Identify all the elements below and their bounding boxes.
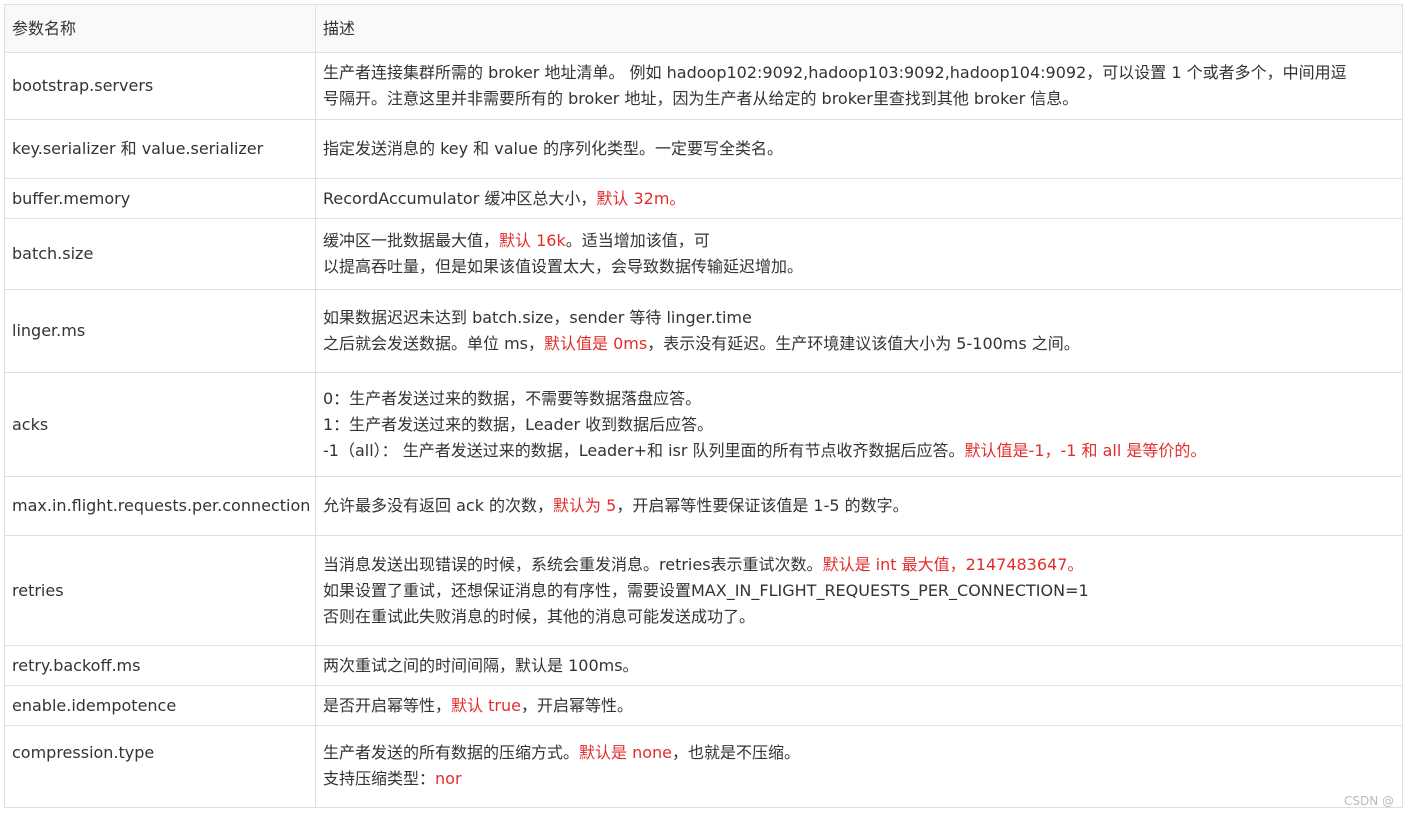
param-name-cell: buffer.memory (4, 178, 316, 219)
description-text: 1：生产者发送过来的数据，Leader 收到数据后应答。 (323, 414, 714, 434)
description-line: 以提高吞吐量，但是如果该值设置太大，会导致数据传输延迟增加。 (323, 254, 1395, 280)
default-value-highlight: 默认为 5 (553, 496, 617, 515)
param-description-cell: RecordAccumulator 缓冲区总大小，默认 32m。 (315, 178, 1403, 219)
param-name-cell: retries (4, 535, 316, 646)
table-row: batch.size 缓冲区一批数据最大值，默认 16k。适当增加该值，可 以提高吞… (4, 218, 1403, 290)
table-row: key.serializer 和 value.serializer 指定发送消息的… (4, 119, 1403, 179)
param-name-cell: acks (4, 372, 316, 477)
description-line: 如果设置了重试，还想保证消息的有序性，需要设置MAX_IN_FLIGHT_REQ… (323, 578, 1395, 604)
param-name-cell: batch.size (4, 218, 316, 290)
description-line: 是否开启幂等性，默认 true，开启幂等性。 (323, 693, 1395, 719)
default-value-highlight: 默认值是-1，-1 和 all 是等价的。 (964, 440, 1207, 460)
param-description-cell: 生产者连接集群所需的 broker 地址清单。 例如 hadoop102:909… (315, 52, 1403, 120)
description-text: 0：生产者发送过来的数据，不需要等数据落盘应答。 (323, 388, 702, 408)
header-description: 描述 (315, 4, 1403, 53)
param-description-cell: 当消息发送出现错误的时候，系统会重发消息。retries表示重试次数。默认是 i… (315, 535, 1403, 646)
description-text: 缓冲区一批数据最大值， (323, 231, 500, 250)
param-description-cell: 如果数据迟迟未达到 batch.size，sender 等待 linger.ti… (315, 289, 1403, 373)
table-row: retries 当消息发送出现错误的时候，系统会重发消息。retries表示重试次… (4, 535, 1403, 646)
description-line: 支持压缩类型：nor (323, 766, 1395, 792)
default-value-highlight: 默认 32m。 (596, 188, 686, 208)
param-description-cell: 是否开启幂等性，默认 true，开启幂等性。 (315, 685, 1403, 726)
default-value-highlight: 默认 true (451, 695, 521, 715)
description-text: 如果设置了重试，还想保证消息的有序性，需要设置MAX_IN_FLIGHT_REQ… (323, 580, 1089, 600)
description-line: -1（all）： 生产者发送过来的数据，Leader+和 isr 队列里面的所有… (323, 438, 1395, 464)
description-text: ，表示没有延迟。生产环境建议该值大小为 5-100ms 之间。 (647, 334, 1080, 353)
parameter-table: 参数名称 描述 bootstrap.servers 生产者连接集群所需的 brok… (4, 4, 1403, 808)
default-value-highlight: 默认 16k (499, 231, 566, 250)
description-text: 生产者连接集群所需的 broker 地址清单。 例如 hadoop102:909… (323, 63, 1347, 82)
description-text: 否则在重试此失败消息的时候，其他的消息可能发送成功了。 (323, 606, 756, 626)
param-name-cell: max.in.flight.requests.per.connection (4, 476, 316, 536)
watermark: CSDN @ (1343, 794, 1394, 808)
param-description-cell: 两次重试之间的时间间隔，默认是 100ms。 (315, 645, 1403, 686)
description-line: 0：生产者发送过来的数据，不需要等数据落盘应答。 (323, 386, 1395, 412)
param-description-cell: 缓冲区一批数据最大值，默认 16k。适当增加该值，可以提高吞吐量，但是如果该值设… (315, 218, 1403, 290)
description-line: RecordAccumulator 缓冲区总大小，默认 32m。 (323, 186, 1395, 212)
param-name-cell: compression.type (4, 725, 316, 808)
description-text: 以提高吞吐量，但是如果该值设置太大，会导致数据传输延迟增加。 (323, 257, 804, 276)
description-line: 生产者发送的所有数据的压缩方式。默认是 none，也就是不压缩。 (323, 740, 1395, 766)
description-text: 是否开启幂等性， (323, 695, 452, 715)
description-text: ，开启幂等性。 (520, 695, 633, 715)
parameter-table-body: 参数名称 描述 bootstrap.servers 生产者连接集群所需的 brok… (4, 4, 1403, 808)
description-text: 两次重试之间的时间间隔，默认是 100ms。 (323, 655, 639, 675)
table-row: retry.backoff.ms 两次重试之间的时间间隔，默认是 100ms。 (4, 645, 1403, 686)
description-text: 之后就会发送数据。单位 ms， (323, 334, 545, 353)
param-name-cell: retry.backoff.ms (4, 645, 316, 686)
default-value-highlight: nor (435, 769, 462, 788)
description-text: 。适当增加该值，可 (565, 231, 710, 250)
description-line: 当消息发送出现错误的时候，系统会重发消息。retries表示重试次数。默认是 i… (323, 552, 1395, 578)
description-text: 如果数据迟迟未达到 batch.size，sender 等待 linger.ti… (323, 308, 752, 327)
param-name-cell: linger.ms (4, 289, 316, 373)
default-value-highlight: 默认值是 0ms (544, 334, 648, 353)
description-text: ，开启幂等性要保证该值是 1-5 的数字。 (616, 496, 909, 515)
table-row: bootstrap.servers 生产者连接集群所需的 broker 地址清单。… (4, 52, 1403, 120)
param-name-cell: bootstrap.servers (4, 52, 316, 120)
param-description-cell: 允许最多没有返回 ack 的次数，默认为 5，开启幂等性要保证该值是 1-5 的… (315, 476, 1403, 536)
description-line: 之后就会发送数据。单位 ms，默认值是 0ms，表示没有延迟。生产环境建议该值大… (323, 331, 1395, 357)
table-row: max.in.flight.requests.per.connection 允许最… (4, 476, 1403, 536)
description-line: 1：生产者发送过来的数据，Leader 收到数据后应答。 (323, 412, 1395, 438)
description-text: ，也就是不压缩。 (672, 743, 801, 762)
table-header-row: 参数名称 描述 (4, 4, 1403, 53)
description-line: 指定发送消息的 key 和 value 的序列化类型。一定要写全类名。 (323, 136, 1395, 162)
description-line: 允许最多没有返回 ack 的次数，默认为 5，开启幂等性要保证该值是 1-5 的… (323, 493, 1395, 519)
default-value-highlight: 默认是 none (579, 743, 673, 762)
description-text: 支持压缩类型： (323, 769, 436, 788)
description-text: 指定发送消息的 key 和 value 的序列化类型。一定要写全类名。 (323, 139, 784, 158)
param-name-cell: enable.idempotence (4, 685, 316, 726)
table-row: acks 0：生产者发送过来的数据，不需要等数据落盘应答。 1：生产者发送过来的数据… (4, 372, 1403, 477)
description-text: 允许最多没有返回 ack 的次数， (323, 496, 554, 515)
table-row: buffer.memory RecordAccumulator 缓冲区总大小，默认… (4, 178, 1403, 219)
table-row: compression.type 生产者发送的所有数据的压缩方式。默认是 none… (4, 725, 1403, 808)
description-text: 当消息发送出现错误的时候，系统会重发消息。retries表示重试次数。 (323, 554, 823, 574)
description-text: RecordAccumulator 缓冲区总大小， (323, 188, 597, 208)
param-name-cell: key.serializer 和 value.serializer (4, 119, 316, 179)
description-line: 如果数据迟迟未达到 batch.size，sender 等待 linger.ti… (323, 305, 1395, 331)
table-row: linger.ms 如果数据迟迟未达到 batch.size，sender 等待 … (4, 289, 1403, 373)
description-line: 生产者连接集群所需的 broker 地址清单。 例如 hadoop102:909… (323, 60, 1395, 86)
description-line: 号隔开。注意这里并非需要所有的 broker 地址，因为生产者从给定的 brok… (323, 86, 1395, 112)
default-value-highlight: 默认是 int 最大值，2147483647。 (822, 554, 1084, 574)
description-line: 缓冲区一批数据最大值，默认 16k。适当增加该值，可 (323, 228, 1395, 254)
description-text: 生产者发送的所有数据的压缩方式。 (323, 743, 580, 762)
header-param-name: 参数名称 (4, 4, 316, 53)
description-line: 两次重试之间的时间间隔，默认是 100ms。 (323, 653, 1395, 679)
param-description-cell: 指定发送消息的 key 和 value 的序列化类型。一定要写全类名。 (315, 119, 1403, 179)
param-description-cell: 0：生产者发送过来的数据，不需要等数据落盘应答。 1：生产者发送过来的数据，Lea… (315, 372, 1403, 477)
description-line: 否则在重试此失败消息的时候，其他的消息可能发送成功了。 (323, 604, 1395, 630)
table-row: enable.idempotence 是否开启幂等性，默认 true，开启幂等性。 (4, 685, 1403, 726)
param-description-cell: 生产者发送的所有数据的压缩方式。默认是 none，也就是不压缩。 支持压缩类型：n… (315, 725, 1403, 808)
description-text: -1（all）： 生产者发送过来的数据，Leader+和 isr 队列里面的所有… (323, 440, 965, 460)
description-text: 号隔开。注意这里并非需要所有的 broker 地址，因为生产者从给定的 brok… (323, 89, 1079, 108)
